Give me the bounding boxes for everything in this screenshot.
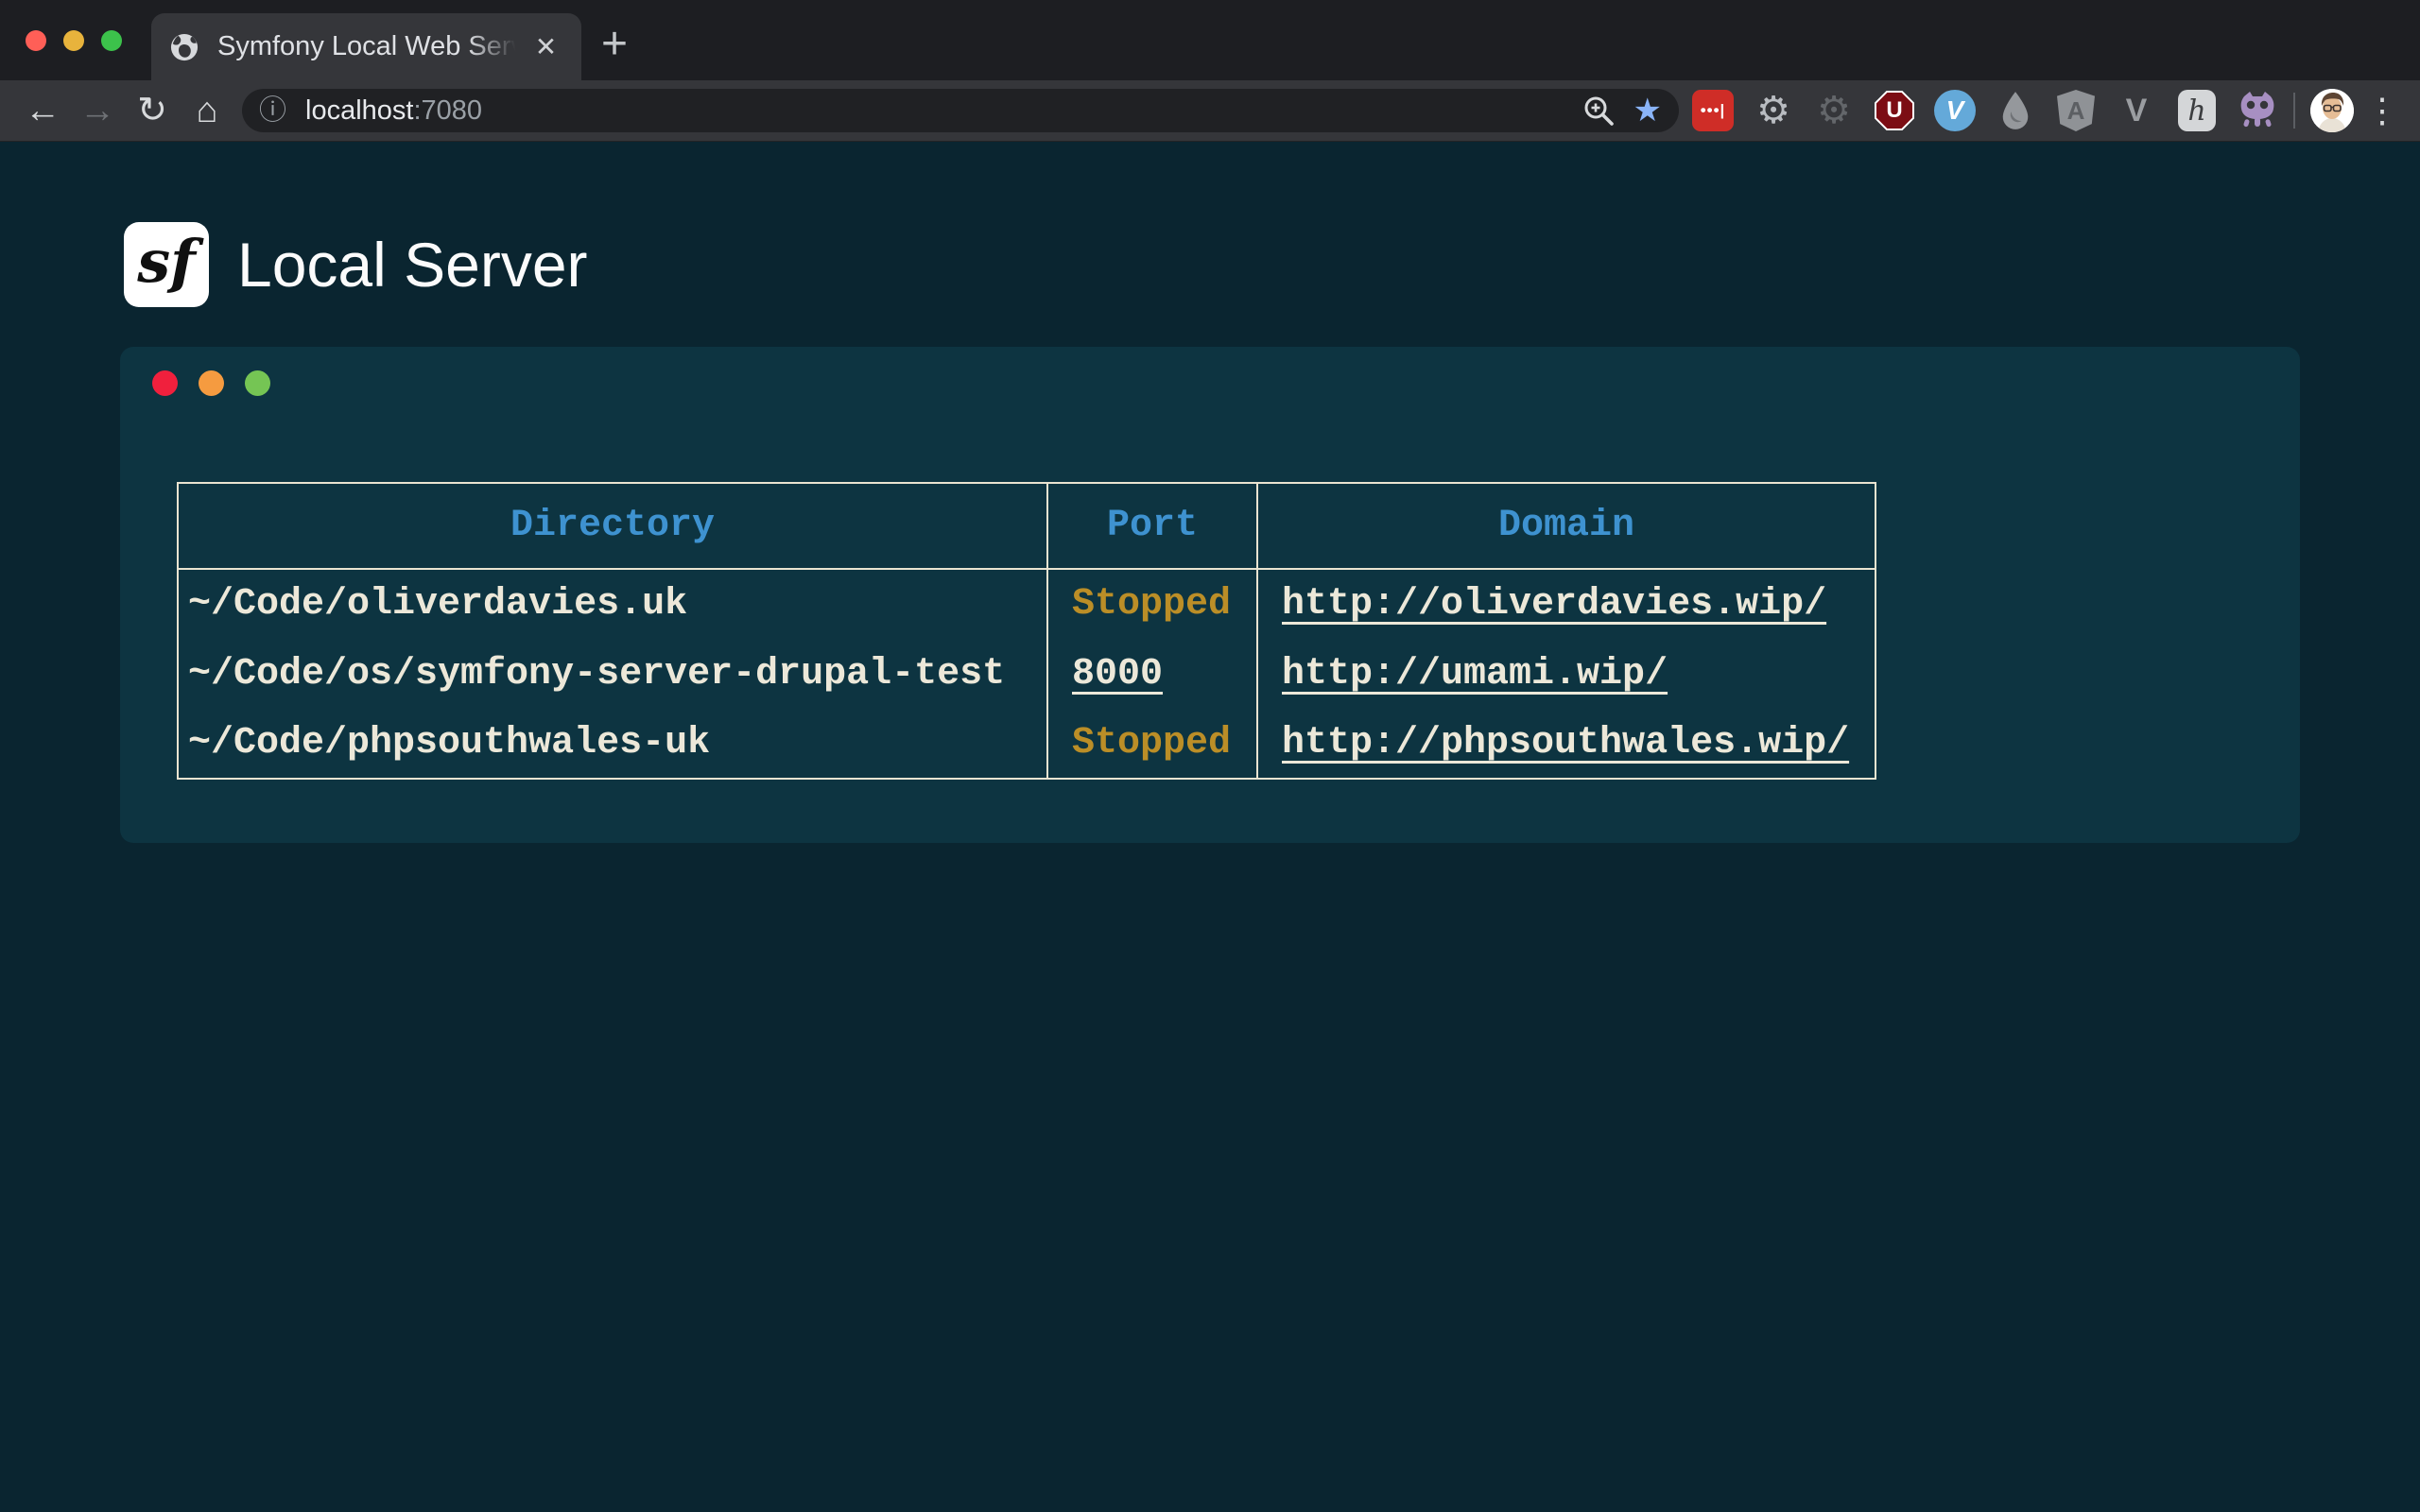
url-host: localhost	[305, 95, 413, 126]
site-header: sf Local Server	[124, 222, 588, 307]
browser-tab[interactable]: Symfony Local Web Server: Prox ✕	[151, 13, 581, 80]
h-extension-icon[interactable]: h	[2176, 90, 2218, 131]
github-octocat-extension-icon[interactable]	[2237, 90, 2278, 131]
bookmark-star-icon[interactable]: ★	[1634, 94, 1662, 127]
port-cell: Stopped	[1047, 709, 1257, 779]
back-button[interactable]: ←	[15, 84, 70, 137]
window-close-button[interactable]	[26, 30, 46, 51]
window-minimize-button[interactable]	[63, 30, 84, 51]
address-bar[interactable]: ⓘ localhost:7080 ★	[242, 89, 1679, 132]
back-arrow-icon: ←	[25, 93, 60, 129]
browser-toolbar: ← → ↻ ⌂ ⓘ localhost:7080 ★ •••| ⚙ ⚙ U	[0, 80, 2420, 142]
symfony-logo: sf	[124, 222, 209, 307]
gear-dim-icon: ⚙	[1817, 92, 1851, 129]
zoom-in-icon[interactable]	[1582, 94, 1615, 127]
page-content: sf Local Server Directory Port Domain	[0, 143, 2420, 1512]
drupal-extension-icon[interactable]	[1995, 90, 2036, 131]
vimium-extension-icon[interactable]: V	[1934, 90, 1976, 131]
page-info-icon[interactable]: ⓘ	[259, 97, 286, 125]
domain-link[interactable]: http://phpsouthwales.wip/	[1282, 722, 1849, 765]
reload-icon: ↻	[137, 93, 167, 129]
forward-button[interactable]: →	[70, 84, 125, 137]
green-dot-icon	[245, 370, 270, 396]
globe-favicon-icon	[170, 33, 199, 61]
port-link[interactable]: 8000	[1072, 653, 1163, 696]
home-button[interactable]: ⌂	[180, 84, 234, 137]
gear-icon: ⚙	[1756, 92, 1790, 129]
url-text[interactable]: localhost:7080	[305, 95, 1582, 127]
shield-icon: A	[2057, 90, 2095, 131]
server-panel: Directory Port Domain ~/Code/oliverdavie…	[120, 347, 2300, 843]
lastpass-extension-icon[interactable]: •••|	[1692, 90, 1734, 131]
reload-button[interactable]: ↻	[125, 84, 180, 137]
angular-letter: A	[2067, 96, 2085, 126]
symfony-sf-glyph: sf	[137, 227, 196, 296]
angular-extension-icon[interactable]: A	[2055, 90, 2097, 131]
servers-table: Directory Port Domain ~/Code/oliverdavie…	[177, 482, 1876, 780]
droplet-icon	[1998, 91, 2032, 130]
new-tab-button[interactable]: +	[588, 17, 641, 70]
table-row: ~/Code/oliverdavies.uk Stopped http://ol…	[178, 569, 1876, 639]
status-badge: Stopped	[1072, 722, 1231, 765]
forward-arrow-icon: →	[79, 93, 115, 129]
octocat-icon	[2237, 91, 2278, 130]
home-icon: ⌂	[197, 93, 218, 129]
extensions-row: •••| ⚙ ⚙ U V A V h	[1692, 90, 2278, 131]
url-port: :7080	[413, 95, 482, 126]
profile-avatar[interactable]	[2310, 89, 2354, 132]
directory-cell: ~/Code/oliverdavies.uk	[178, 569, 1047, 639]
window-zoom-button[interactable]	[101, 30, 122, 51]
tampermonkey-disabled-extension-icon[interactable]: ⚙	[1813, 90, 1855, 131]
ublock-letter: U	[1876, 93, 1912, 129]
domain-link[interactable]: http://oliverdavies.wip/	[1282, 583, 1826, 626]
tab-title: Symfony Local Web Server: Prox	[217, 31, 522, 62]
directory-cell: ~/Code/os/symfony-server-drupal-test	[178, 639, 1047, 709]
octagon-icon: U	[1875, 91, 1914, 130]
orange-dot-icon	[199, 370, 224, 396]
directory-cell: ~/Code/phpsouthwales-uk	[178, 709, 1047, 779]
h-letter-tile: h	[2178, 90, 2216, 131]
domain-cell: http://umami.wip/	[1257, 639, 1876, 709]
page-title: Local Server	[237, 229, 588, 301]
port-cell: Stopped	[1047, 569, 1257, 639]
table-row: ~/Code/os/symfony-server-drupal-test 800…	[178, 639, 1876, 709]
red-dot-icon	[152, 370, 178, 396]
vue-devtools-extension-icon[interactable]: V	[2116, 90, 2157, 131]
port-cell: 8000	[1047, 639, 1257, 709]
table-header-row: Directory Port Domain	[178, 483, 1876, 569]
table-row: ~/Code/phpsouthwales-uk Stopped http://p…	[178, 709, 1876, 779]
domain-cell: http://oliverdavies.wip/	[1257, 569, 1876, 639]
window-controls	[26, 30, 122, 51]
browser-menu-button[interactable]: ⋮	[2360, 88, 2405, 133]
tampermonkey-extension-icon[interactable]: ⚙	[1753, 90, 1794, 131]
tab-close-icon[interactable]: ✕	[529, 30, 562, 64]
panel-traffic-dots	[152, 370, 270, 396]
avatar-portrait	[2310, 89, 2354, 132]
toolbar-separator	[2293, 93, 2295, 129]
tab-strip: Symfony Local Web Server: Prox ✕ +	[0, 0, 2420, 80]
status-badge: Stopped	[1072, 583, 1231, 626]
domain-column-header: Domain	[1257, 483, 1876, 569]
port-column-header: Port	[1047, 483, 1257, 569]
ublock-origin-extension-icon[interactable]: U	[1874, 90, 1915, 131]
domain-cell: http://phpsouthwales.wip/	[1257, 709, 1876, 779]
directory-column-header: Directory	[178, 483, 1047, 569]
domain-link[interactable]: http://umami.wip/	[1282, 653, 1668, 696]
